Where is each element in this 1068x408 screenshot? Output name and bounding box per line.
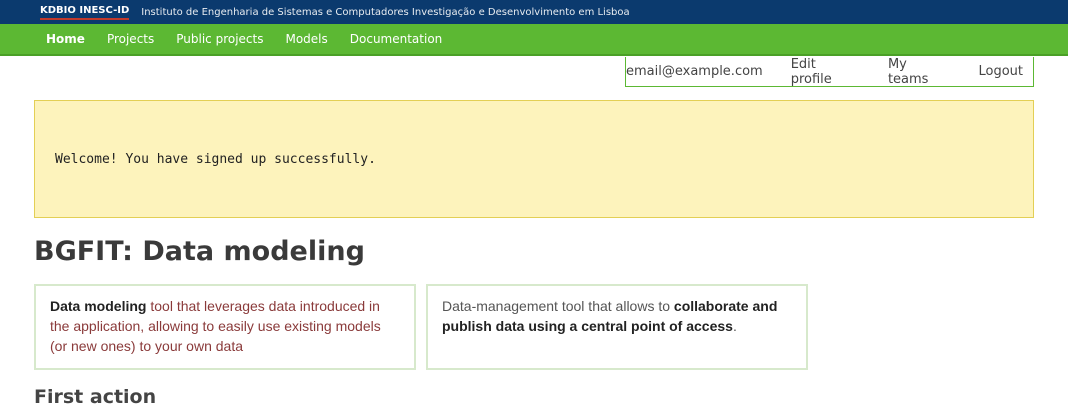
edit-profile-link[interactable]: Edit profile [791, 57, 860, 87]
feature-box-data-modeling: Data modeling tool that leverages data i… [34, 284, 416, 370]
feature-box-1-bold: Data modeling [50, 298, 147, 314]
section-title-first-action: First action [34, 386, 157, 408]
nav-models[interactable]: Models [285, 32, 327, 46]
nav-public-projects[interactable]: Public projects [176, 32, 263, 46]
flash-notice: Welcome! You have signed up successfully… [34, 100, 1034, 218]
feature-box-2-end: . [732, 318, 737, 334]
nav-projects[interactable]: Projects [107, 32, 154, 46]
feature-box-2-text: Data-management tool that allows to [442, 298, 674, 314]
logout-link[interactable]: Logout [978, 64, 1023, 79]
main-navbar: Home Projects Public projects Models Doc… [0, 24, 1068, 56]
my-teams-link[interactable]: My teams [888, 57, 951, 87]
flash-message: Welcome! You have signed up successfully… [55, 151, 376, 167]
nav-home[interactable]: Home [46, 32, 85, 46]
top-institution-bar: KDBIO INESC-ID Instituto de Engenharia d… [0, 0, 1068, 24]
feature-box-data-management: Data-management tool that allows to coll… [426, 284, 808, 370]
user-menu: email@example.com Edit profile My teams … [625, 57, 1034, 87]
org-name[interactable]: KDBIO INESC-ID [40, 4, 130, 20]
nav-documentation[interactable]: Documentation [350, 32, 443, 46]
user-email-link[interactable]: email@example.com [626, 64, 763, 79]
page-title: BGFIT: Data modeling [34, 236, 365, 267]
org-description: Instituto de Engenharia de Sistemas e Co… [141, 6, 630, 18]
